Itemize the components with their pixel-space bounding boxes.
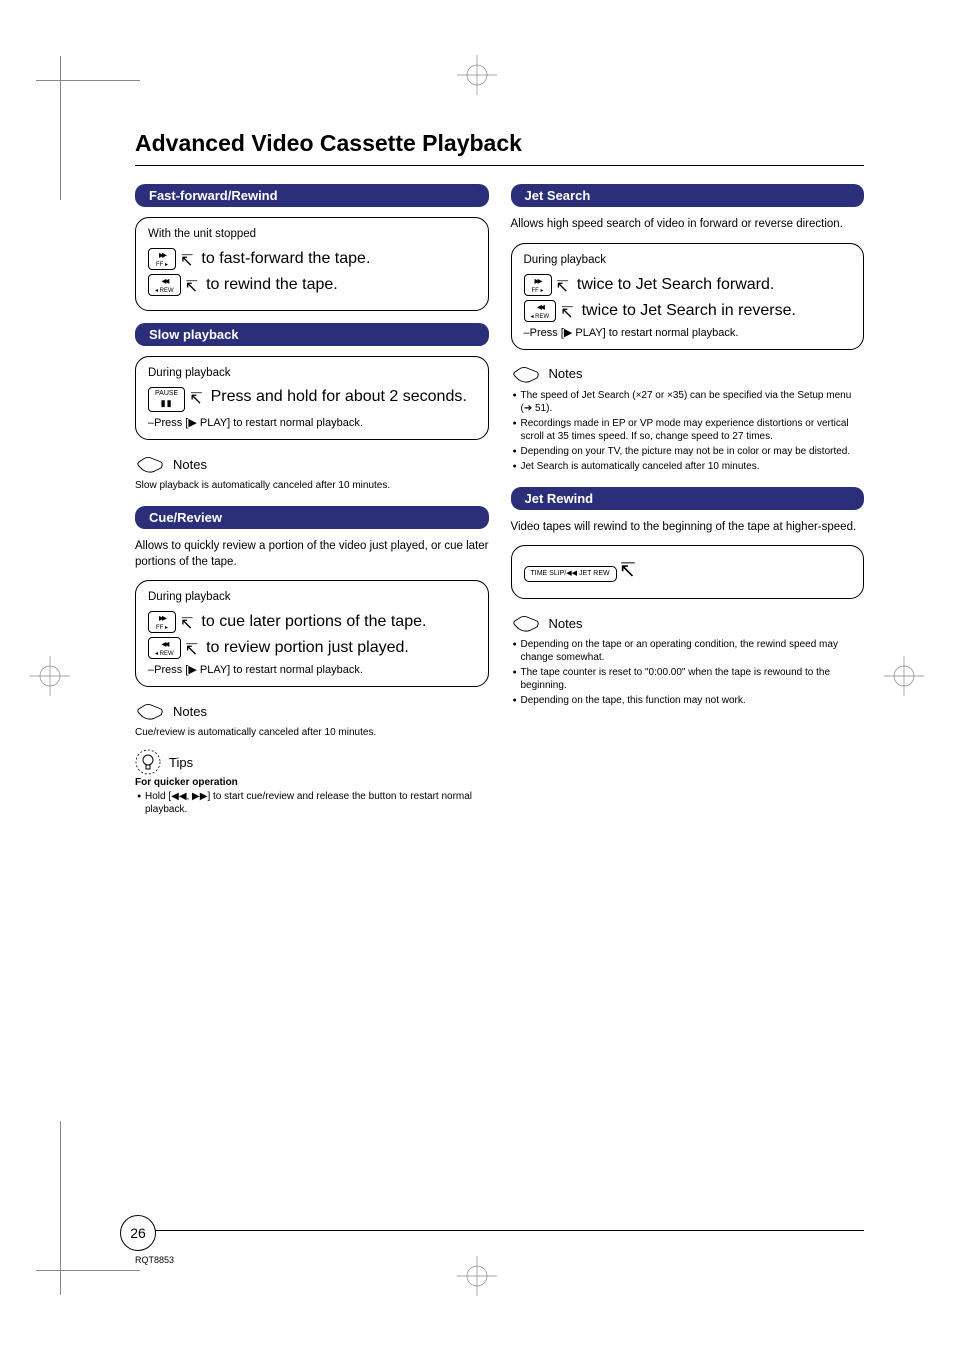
press-cursor-icon: ↸	[180, 251, 193, 271]
panel-jetrew: TIME SLIP/◀◀ JET REW ↸	[511, 545, 865, 599]
jetrew-intro: Video tapes will rewind to the beginning…	[511, 520, 865, 536]
jet-note-2: Recordings made in EP or VP mode may exp…	[513, 417, 865, 443]
panel-slow: During playback PAUSE▮▮ ↸ Press and hold…	[135, 356, 489, 440]
press-cursor-icon: ↸	[180, 614, 193, 634]
registration-mark-top	[457, 55, 497, 95]
ff-instruction: to fast-forward the tape.	[201, 249, 370, 268]
jet-intro: Allows high speed search of video in for…	[511, 217, 865, 233]
press-cursor-icon: ↸	[619, 558, 636, 583]
jet-note-4: Jet Search is automatically canceled aft…	[513, 460, 865, 473]
panel-context: With the unit stopped	[148, 228, 476, 240]
press-cursor-icon: ↸	[556, 277, 569, 297]
panel-jet: During playback ▸▸FF ▸ ↸ twice to Jet Se…	[511, 243, 865, 350]
cue-instruction: to cue later portions of the tape.	[201, 612, 426, 631]
title-rule	[135, 165, 864, 166]
panel-ffrw: With the unit stopped ▸▸FF ▸ ↸ to fast-f…	[135, 217, 489, 311]
press-cursor-icon: ↸	[185, 640, 198, 660]
panel-context: During playback	[148, 591, 476, 603]
jetrew-note-1: Depending on the tape or an operating co…	[513, 638, 865, 664]
tips-icon	[135, 749, 161, 775]
press-cursor-icon: ↸	[560, 303, 573, 323]
pause-button-icon: PAUSE▮▮	[148, 387, 185, 412]
panel-context: During playback	[524, 254, 852, 266]
footer-rule	[135, 1230, 864, 1231]
timeslip-jetrew-button-icon: TIME SLIP/◀◀ JET REW	[524, 566, 617, 582]
jetrew-note-2: The tape counter is reset to "0:00.00" w…	[513, 666, 865, 692]
cue-restart: –Press [▶ PLAY] to restart normal playba…	[148, 663, 476, 676]
ff-button-icon: ▸▸FF ▸	[148, 611, 176, 633]
notes-icon	[511, 611, 541, 635]
document-id: RQT8853	[135, 1255, 174, 1265]
notes-label: Notes	[549, 616, 583, 631]
section-header-jet: Jet Search	[511, 184, 865, 207]
slow-note: Slow playback is automatically canceled …	[135, 479, 489, 492]
rew-button-icon: ◂◂◂ REW	[524, 300, 557, 322]
press-cursor-icon: ↸	[189, 389, 202, 409]
slow-instruction: Press and hold for about 2 seconds.	[211, 387, 467, 406]
notes-label: Notes	[549, 366, 583, 381]
rew-instruction: to rewind the tape.	[206, 275, 338, 294]
section-header-ffrw: Fast-forward/Rewind	[135, 184, 489, 207]
notes-label: Notes	[173, 704, 207, 719]
notes-label: Notes	[173, 457, 207, 472]
tips-label: Tips	[169, 755, 193, 770]
ff-button-icon: ▸▸FF ▸	[524, 274, 552, 296]
registration-mark-right	[884, 656, 924, 696]
notes-icon	[135, 699, 165, 723]
slow-restart: –Press [▶ PLAY] to restart normal playba…	[148, 416, 476, 429]
press-cursor-icon: ↸	[185, 277, 198, 297]
cue-intro: Allows to quickly review a portion of th…	[135, 539, 489, 570]
jet-note-1: The speed of Jet Search (×27 or ×35) can…	[513, 389, 865, 415]
jet-note-3: Depending on your TV, the picture may no…	[513, 445, 865, 458]
jetrew-note-3: Depending on the tape, this function may…	[513, 694, 865, 707]
section-header-cue: Cue/Review	[135, 506, 489, 529]
notes-icon	[511, 362, 541, 386]
jet-restart: –Press [▶ PLAY] to restart normal playba…	[524, 326, 852, 339]
tips-subtitle: For quicker operation	[135, 777, 489, 788]
jet-fwd-instruction: twice to Jet Search forward.	[577, 275, 774, 294]
ff-button-icon: ▸▸FF ▸	[148, 248, 176, 270]
page-title: Advanced Video Cassette Playback	[135, 130, 864, 157]
registration-mark-bottom	[457, 1256, 497, 1296]
crop-mark-top-left	[60, 80, 140, 200]
panel-context: During playback	[148, 367, 476, 379]
notes-icon	[135, 452, 165, 476]
review-instruction: to review portion just played.	[206, 638, 409, 657]
registration-mark-left	[30, 656, 70, 696]
jet-rev-instruction: twice to Jet Search in reverse.	[582, 301, 796, 320]
tips-bullet: Hold [◀◀, ▶▶] to start cue/review and re…	[137, 790, 489, 816]
section-header-jetrew: Jet Rewind	[511, 487, 865, 510]
panel-cue: During playback ▸▸FF ▸ ↸ to cue later po…	[135, 580, 489, 687]
rew-button-icon: ◂◂◂ REW	[148, 637, 181, 659]
cue-note: Cue/review is automatically canceled aft…	[135, 726, 489, 739]
page-number: 26	[120, 1215, 156, 1251]
rew-button-icon: ◂◂◂ REW	[148, 274, 181, 296]
section-header-slow: Slow playback	[135, 323, 489, 346]
